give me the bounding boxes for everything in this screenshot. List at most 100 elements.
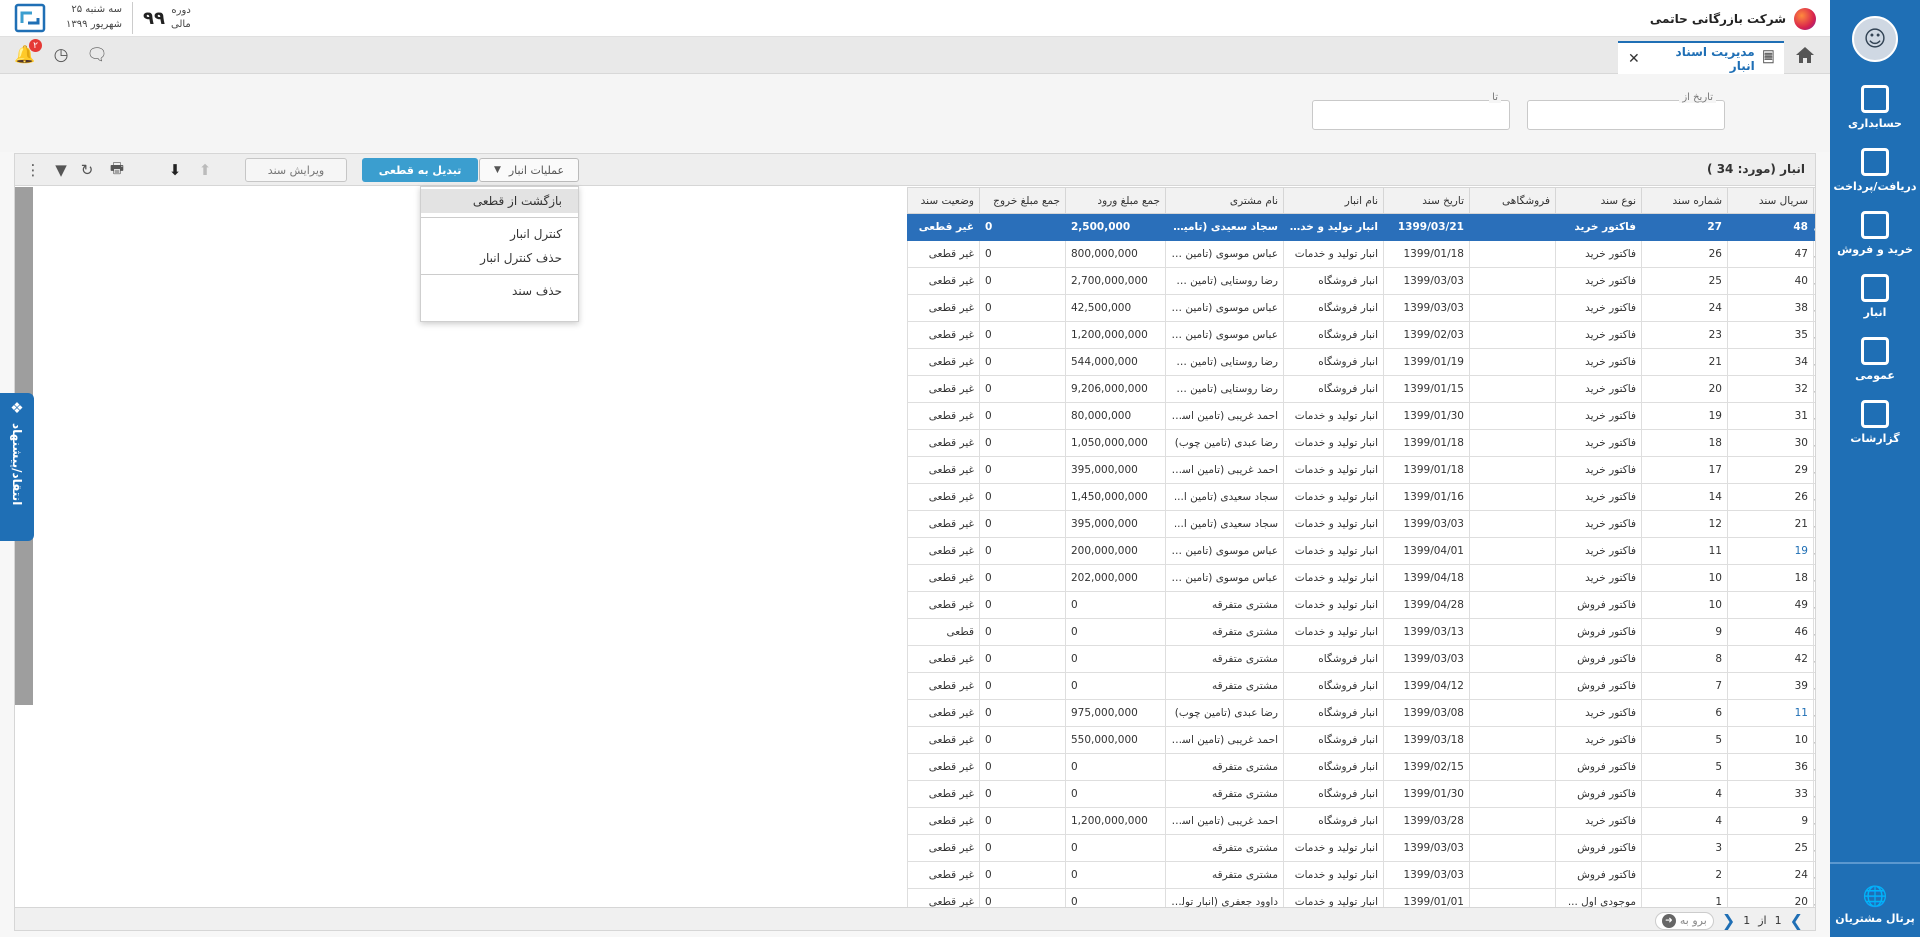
row-select-cell[interactable] bbox=[1813, 348, 1815, 376]
edit-document-button[interactable]: ویرایش سند bbox=[245, 158, 347, 182]
column-header[interactable]: نام مشتری bbox=[1165, 187, 1284, 214]
print-icon[interactable]: 🖶 bbox=[107, 159, 127, 180]
table-row[interactable]: 46 9 فاکتور فروش 1399/03/13 انبار تولید و خد… bbox=[907, 618, 1815, 646]
row-select-cell[interactable] bbox=[1813, 429, 1815, 457]
table-row[interactable]: 24 2 فاکتور فروش 1399/03/03 انبار تولید و خد… bbox=[907, 861, 1815, 889]
table-row[interactable]: 34 21 فاکتور خرید 1399/01/19 انبار فروشگاه رض… bbox=[907, 348, 1815, 376]
row-select-cell[interactable] bbox=[1813, 240, 1815, 268]
table-row[interactable]: 48 27 فاکتور خرید 1399/03/21 انبار تولید و خ… bbox=[907, 213, 1815, 241]
prev-page-icon[interactable]: ❮ bbox=[1722, 911, 1735, 930]
nav-item-accounting[interactable]: حسابداری bbox=[1830, 76, 1920, 139]
date-from-field[interactable]: تاریخ از bbox=[1527, 92, 1725, 130]
customer-portal-link[interactable]: 🌐 پرتال مشتریان bbox=[1830, 862, 1920, 925]
table-row[interactable]: 40 25 فاکتور خرید 1399/03/03 انبار فروشگاه رض… bbox=[907, 267, 1815, 295]
column-header[interactable]: نوع سند bbox=[1555, 187, 1642, 214]
row-select-cell[interactable] bbox=[1813, 834, 1815, 862]
goto-arrow-icon[interactable]: ➜ bbox=[1661, 913, 1676, 928]
table-row[interactable]: 35 23 فاکتور خرید 1399/02/03 انبار فروشگاه عب… bbox=[907, 321, 1815, 349]
column-header[interactable]: نام انبار bbox=[1283, 187, 1384, 214]
download-icon[interactable]: ⬇ bbox=[165, 160, 185, 180]
select-all-header[interactable] bbox=[1813, 187, 1815, 214]
refresh-icon[interactable]: ↻ bbox=[77, 160, 97, 180]
table-row[interactable]: 32 20 فاکتور خرید 1399/01/15 انبار فروشگاه رض… bbox=[907, 375, 1815, 403]
row-select-cell[interactable] bbox=[1813, 807, 1815, 835]
menu-item-warehouse-control[interactable]: کنترل انبار bbox=[421, 222, 578, 246]
row-select-cell[interactable] bbox=[1813, 753, 1815, 781]
column-header[interactable]: شماره سند bbox=[1641, 187, 1728, 214]
tab-warehouse-docs[interactable]: 🗏 مدیریت اسناد انبار ✕ bbox=[1618, 41, 1784, 75]
table-row[interactable]: 38 24 فاکتور خرید 1399/03/03 انبار فروشگاه عب… bbox=[907, 294, 1815, 322]
table-row[interactable]: 42 8 فاکتور فروش 1399/03/03 انبار فروشگاه مشت… bbox=[907, 645, 1815, 673]
table-row[interactable]: 31 19 فاکتور خرید 1399/01/30 انبار تولید و خ… bbox=[907, 402, 1815, 430]
table-row[interactable]: 39 7 فاکتور فروش 1399/04/12 انبار فروشگاه مشت… bbox=[907, 672, 1815, 700]
table-row[interactable]: 49 10 فاکتور فروش 1399/04/28 انبار تولید و خ… bbox=[907, 591, 1815, 619]
table-row[interactable]: 47 26 فاکتور خرید 1399/01/18 انبار تولید و خ… bbox=[907, 240, 1815, 268]
column-header[interactable]: جمع مبلغ ورود bbox=[1065, 187, 1166, 214]
table-row[interactable]: 19 11 فاکتور خرید 1399/04/01 انبار تولید و خ… bbox=[907, 537, 1815, 565]
row-select-cell[interactable] bbox=[1813, 483, 1815, 511]
column-header[interactable]: تاریخ سند bbox=[1383, 187, 1470, 214]
row-select-cell[interactable] bbox=[1813, 564, 1815, 592]
home-button[interactable] bbox=[1790, 42, 1820, 68]
nav-item-warehouse[interactable]: انبار bbox=[1830, 265, 1920, 328]
column-header[interactable]: وضعیت سند bbox=[907, 187, 980, 214]
table-row[interactable]: 26 14 فاکتور خرید 1399/01/16 انبار تولید و خ… bbox=[907, 483, 1815, 511]
row-select-cell[interactable] bbox=[1813, 780, 1815, 808]
table-row[interactable]: 33 4 فاکتور فروش 1399/01/30 انبار فروشگاه مشت… bbox=[907, 780, 1815, 808]
row-select-cell[interactable] bbox=[1813, 672, 1815, 700]
table-row[interactable]: 21 12 فاکتور خرید 1399/03/03 انبار تولید و خ… bbox=[907, 510, 1815, 538]
nav-item-cart[interactable]: خرید و فروش bbox=[1830, 202, 1920, 265]
notifications-button[interactable]: 🔔 ۲ bbox=[14, 39, 42, 66]
table-cell: غیر قطعی bbox=[907, 240, 980, 268]
nav-item-payment[interactable]: دریافت/پرداخت bbox=[1830, 139, 1920, 202]
menu-item-revert-final[interactable]: بازگشت از قطعی bbox=[421, 189, 578, 213]
row-select-cell[interactable] bbox=[1813, 591, 1815, 619]
row-select-cell[interactable] bbox=[1813, 699, 1815, 727]
warehouse-ops-dropdown[interactable]: عملیات انبار ▼ bbox=[479, 158, 579, 182]
row-select-cell[interactable] bbox=[1813, 861, 1815, 889]
convert-final-button[interactable]: تبدیل به قطعی bbox=[362, 158, 478, 182]
table-row[interactable]: 36 5 فاکتور فروش 1399/02/15 انبار فروشگاه مشت… bbox=[907, 753, 1815, 781]
upload-icon[interactable]: ⬆ bbox=[195, 160, 215, 180]
table-row[interactable]: 10 5 فاکتور خرید 1399/03/18 انبار فروشگاه احم… bbox=[907, 726, 1815, 754]
table-row[interactable]: 25 3 فاکتور فروش 1399/03/03 انبار تولید و خد… bbox=[907, 834, 1815, 862]
goto-page-input[interactable]: برو به ➜ bbox=[1654, 911, 1714, 930]
chat-button[interactable]: 🗨 bbox=[86, 44, 108, 66]
user-avatar[interactable]: ☺ bbox=[1852, 16, 1898, 62]
row-select-cell[interactable] bbox=[1813, 618, 1815, 646]
row-select-cell[interactable] bbox=[1813, 267, 1815, 295]
column-header[interactable]: فروشگاهی bbox=[1469, 187, 1556, 214]
menu-item-delete-document[interactable]: حذف سند bbox=[421, 279, 578, 303]
nav-item-general[interactable]: عمومی bbox=[1830, 328, 1920, 391]
table-row[interactable]: 11 6 فاکتور خرید 1399/03/08 انبار فروشگاه رضا… bbox=[907, 699, 1815, 727]
table-row[interactable]: 20 1 موجودی اول ... 1399/01/01 انبار تولید و… bbox=[907, 888, 1815, 909]
row-select-cell[interactable] bbox=[1813, 213, 1815, 241]
row-select-cell[interactable] bbox=[1813, 726, 1815, 754]
row-select-cell[interactable] bbox=[1813, 375, 1815, 403]
date-to-field[interactable]: تا bbox=[1312, 92, 1510, 130]
nav-item-reports[interactable]: گزارشات bbox=[1830, 391, 1920, 454]
table-cell: غیر قطعی bbox=[907, 888, 980, 909]
close-tab-icon[interactable]: ✕ bbox=[1628, 51, 1640, 67]
menu-item-delete-warehouse-control[interactable]: حذف کنترل انبار bbox=[421, 246, 578, 270]
table-row[interactable]: 18 10 فاکتور خرید 1399/04/18 انبار تولید و خ… bbox=[907, 564, 1815, 592]
column-header[interactable]: سریال سند bbox=[1727, 187, 1814, 214]
column-header[interactable]: جمع مبلغ خروج bbox=[979, 187, 1066, 214]
row-select-cell[interactable] bbox=[1813, 456, 1815, 484]
filter-icon[interactable]: ▼ bbox=[51, 160, 71, 180]
table-row[interactable]: 9 4 فاکتور خرید 1399/03/28 انبار فروشگاه احمد… bbox=[907, 807, 1815, 835]
fiscal-period[interactable]: دوره مالی ۹۹ bbox=[132, 2, 191, 34]
row-select-cell[interactable] bbox=[1813, 321, 1815, 349]
next-page-icon[interactable]: ❯ bbox=[1790, 911, 1803, 930]
row-select-cell[interactable] bbox=[1813, 888, 1815, 909]
row-select-cell[interactable] bbox=[1813, 510, 1815, 538]
row-select-cell[interactable] bbox=[1813, 402, 1815, 430]
table-row[interactable]: 30 18 فاکتور خرید 1399/01/18 انبار تولید و خ… bbox=[907, 429, 1815, 457]
row-select-cell[interactable] bbox=[1813, 537, 1815, 565]
table-row[interactable]: 29 17 فاکتور خرید 1399/01/18 انبار تولید و خ… bbox=[907, 456, 1815, 484]
row-select-cell[interactable] bbox=[1813, 294, 1815, 322]
row-select-cell[interactable] bbox=[1813, 645, 1815, 673]
history-button[interactable]: ◷ bbox=[50, 44, 72, 66]
more-options-icon[interactable]: ⋮ bbox=[23, 160, 43, 180]
feedback-tab[interactable]: ❖ انتقاد/پیشنهاد bbox=[0, 393, 34, 541]
